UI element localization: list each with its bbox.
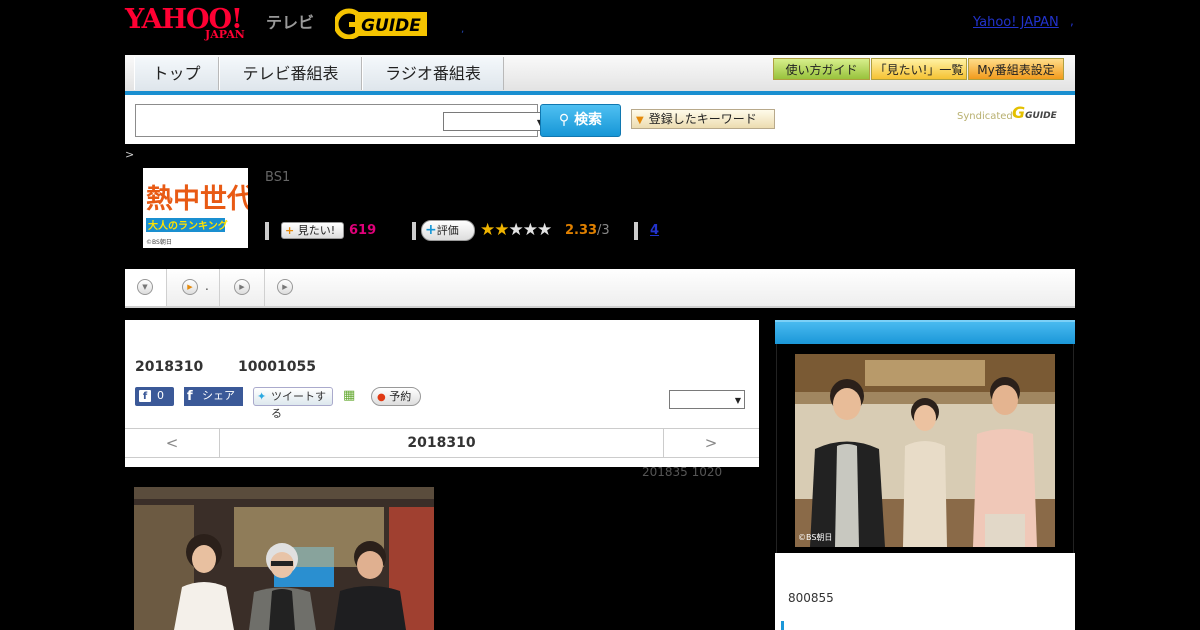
tab-item-3[interactable]: ▶ (220, 269, 265, 306)
star-icon: ★ (494, 220, 509, 240)
separator (412, 222, 416, 240)
twitter-bird-icon: ✦ (257, 390, 267, 403)
facebook-share-label: シェア (202, 389, 235, 402)
tab-item-2-label: . (205, 279, 209, 293)
review-count-link[interactable]: 4 (650, 223, 659, 238)
tv-logo-text[interactable]: テレビ (266, 9, 314, 33)
gguide-logo[interactable]: GUIDE (335, 7, 430, 39)
plus-icon: + (425, 222, 437, 238)
tab-dropdown[interactable]: ▼ (125, 269, 167, 306)
gguide-logo-text: GUIDE (361, 16, 421, 36)
program-logo-subtitle: 大人のランキング (148, 219, 228, 232)
star-icon: ★ (537, 220, 552, 240)
reserve-label: 予約 (389, 390, 412, 403)
syndicated-gguide-logo: GGUIDE (1012, 103, 1057, 122)
separator (265, 222, 269, 240)
header-dot: , (461, 24, 465, 35)
channel-name: BS1 (265, 170, 291, 185)
mitai-button-label: 見たい! (297, 224, 336, 237)
play-icon: ▶ (234, 279, 250, 295)
syndicated-gguide-logo-text: GUIDE (1025, 111, 1057, 121)
next-date-button[interactable]: > (663, 429, 758, 457)
star-icon: ★ (522, 220, 538, 240)
yahoo-japan-logo-sub: JAPAN (205, 28, 245, 41)
search-button[interactable]: ⚲ 検索 (540, 104, 621, 137)
program-logo: 熱中世代 大人のランキング ©BS朝日 (143, 168, 248, 248)
right-panel-accent-bar (781, 621, 784, 630)
plus-icon: + (285, 224, 295, 237)
program-info-panel: 2018310 10001055 f 0 f シェア ✦ ツイートする ▦ ● … (125, 320, 759, 467)
broadcast-date: 2018310 (135, 359, 204, 375)
info-select[interactable]: ▼ (669, 390, 745, 409)
search-button-label: 検索 (574, 112, 603, 128)
guide-button[interactable]: 使い方ガイド (773, 58, 870, 80)
search-input[interactable]: ▼ (135, 104, 546, 137)
program-tab-strip: ▼ ▶ . ▶ ▶ (125, 269, 1075, 308)
current-date: 2018310 (407, 435, 476, 451)
date-navigation: < 2018310 > (125, 428, 759, 458)
play-icon: ▶ (182, 279, 198, 295)
yahoo-link-dot: , (1070, 14, 1074, 28)
my-schedule-button[interactable]: My番組表設定 (968, 58, 1064, 80)
syndicated-label: Syndicated (957, 111, 1013, 122)
program-photo (134, 487, 434, 630)
previous-date-button[interactable]: < (125, 429, 220, 457)
tab-item-2[interactable]: ▶ . (167, 269, 220, 306)
page: YAHOO! JAPAN テレビ GUIDE , Yahoo! JAPAN , … (0, 0, 1200, 630)
record-dot-icon: ● (377, 392, 386, 403)
mitai-list-button[interactable]: 「見たい!」一覧 (871, 58, 967, 80)
right-panel-body: 800855 (775, 553, 1075, 630)
main-navbar: トップ テレビ番組表 ラジオ番組表 使い方ガイド 「見たい!」一覧 My番組表設… (125, 55, 1075, 95)
mitai-count: 619 (349, 223, 377, 238)
chevron-down-icon: ▼ (734, 396, 741, 405)
search-category-select[interactable]: ▼ (443, 112, 546, 131)
tab-radio-schedule[interactable]: ラジオ番組表 (362, 57, 504, 90)
tweet-button[interactable]: ✦ ツイートする (253, 387, 333, 420)
separator (634, 222, 638, 240)
right-panel-header (775, 320, 1075, 344)
dropdown-triangle-icon: ▼ (636, 115, 644, 126)
facebook-like-button[interactable]: f 0 (135, 387, 174, 406)
tab-tv-schedule[interactable]: テレビ番組表 (219, 57, 362, 90)
tab-top[interactable]: トップ (134, 57, 219, 90)
facebook-share-button[interactable]: f シェア (184, 387, 243, 406)
registered-keyword-label: 登録したキーワード (648, 112, 757, 126)
rating-value: 2.33 (565, 223, 598, 238)
calendar-add-icon[interactable]: ▦ (343, 388, 360, 405)
program-logo-title: 熱中世代 (146, 184, 248, 215)
rating-stars: ★★★★★ (480, 220, 552, 240)
air-time: 201835 1020 (642, 465, 723, 479)
breadcrumb[interactable]: > (125, 148, 134, 161)
right-panel-code: 800855 (788, 591, 834, 605)
play-icon[interactable]: ▶ (277, 279, 293, 295)
search-bar: ▼ ⚲ 検索 ▼ 登録したキーワード Syndicated GGUIDE (125, 95, 1075, 144)
featured-photo-copyright: ©BS朝日 (798, 533, 832, 542)
rate-button-label: 評価 (436, 224, 459, 237)
star-icon: ★ (480, 220, 495, 240)
registered-keyword-button[interactable]: ▼ 登録したキーワード (631, 109, 775, 129)
reserve-button[interactable]: ● 予約 (371, 387, 421, 406)
facebook-icon: f (139, 390, 151, 402)
rate-button[interactable]: +評価 (421, 220, 475, 241)
facebook-icon: f (187, 389, 193, 404)
yahoo-japan-link[interactable]: Yahoo! JAPAN (973, 15, 1059, 30)
program-logo-copyright: ©BS朝日 (146, 238, 172, 246)
facebook-like-count: 0 (157, 389, 164, 402)
featured-photo: ©BS朝日 (795, 354, 1055, 547)
star-icon: ★ (508, 220, 524, 240)
mitai-button[interactable]: + 見たい! (281, 222, 344, 239)
search-icon: ⚲ (558, 112, 570, 128)
program-id: 10001055 (238, 359, 316, 375)
chevron-down-icon: ▼ (137, 279, 153, 295)
rating-max: /3 (597, 223, 610, 238)
tweet-label: ツイートする (271, 390, 326, 420)
